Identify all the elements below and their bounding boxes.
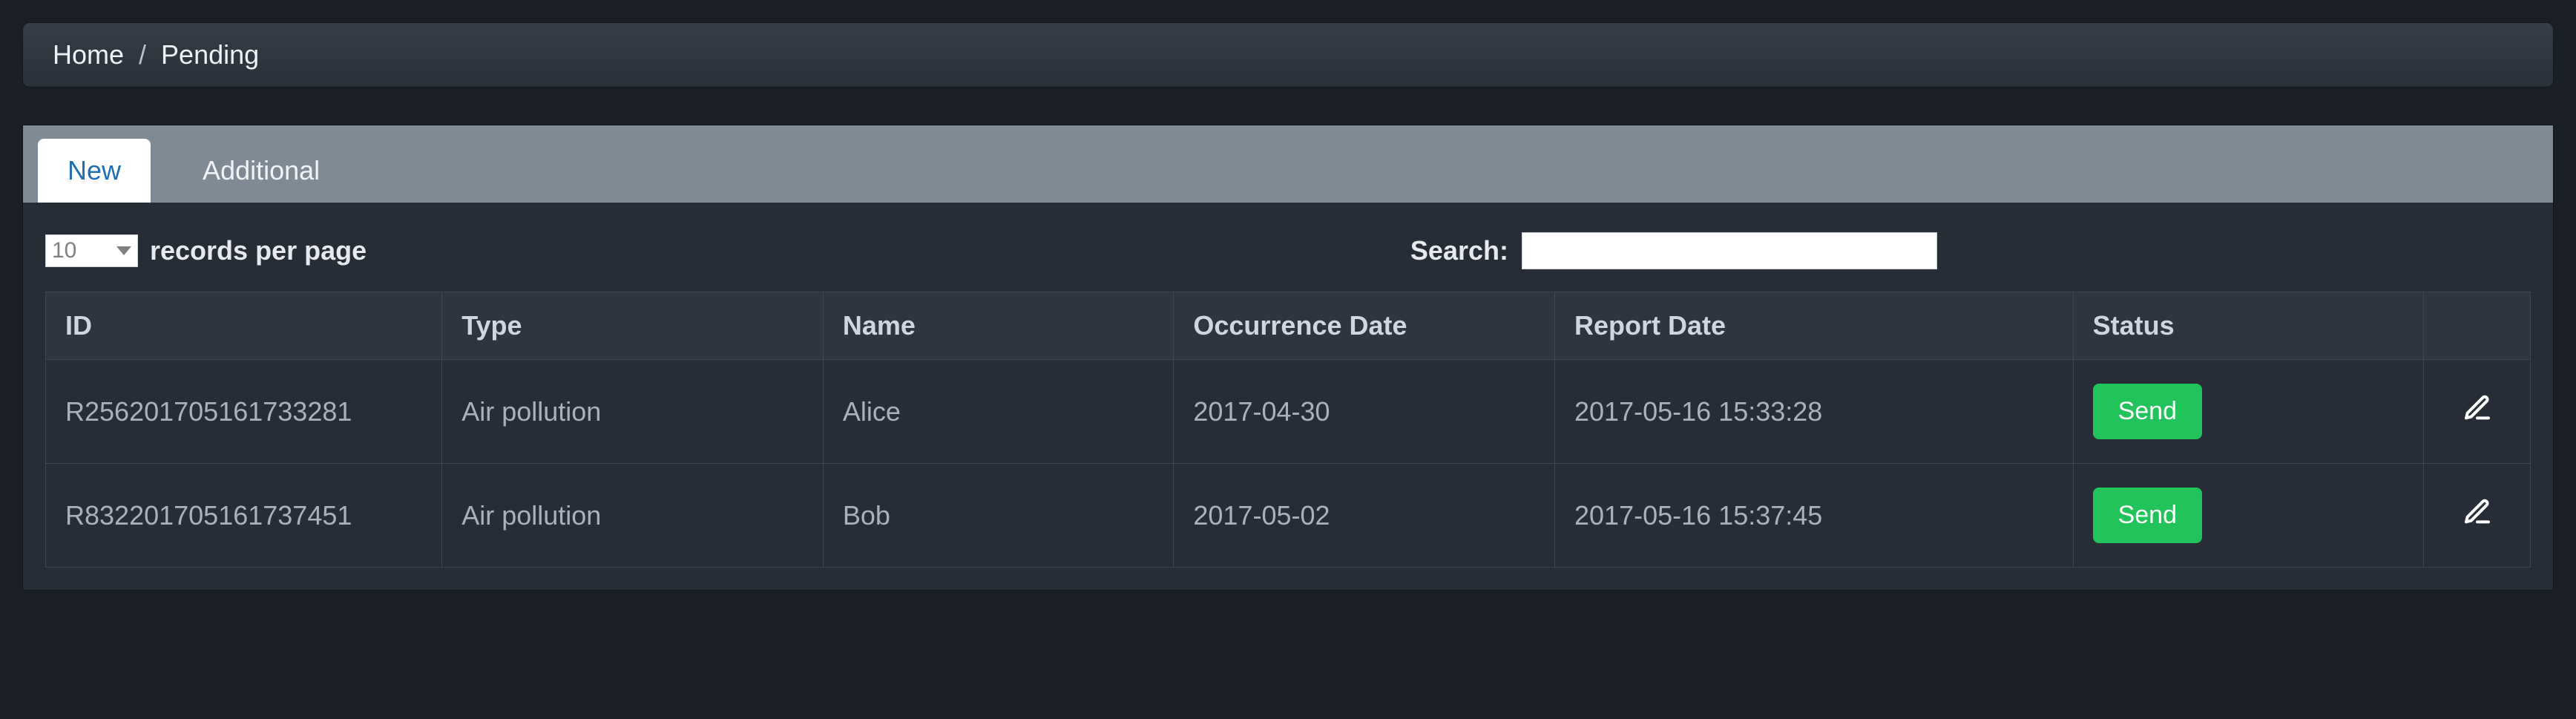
col-header-name[interactable]: Name	[823, 292, 1174, 360]
cell-status: Send	[2073, 360, 2424, 464]
cell-id: R256201705161733281	[46, 360, 442, 464]
page-size-select[interactable]: 10	[45, 234, 138, 267]
cell-report: 2017-05-16 15:37:45	[1555, 464, 2074, 568]
breadcrumb-current: Pending	[161, 39, 259, 70]
send-button[interactable]: Send	[2093, 487, 2202, 543]
page-size-value: 10	[52, 238, 76, 263]
search-label: Search:	[1410, 235, 1508, 266]
search-input[interactable]	[1522, 232, 1937, 269]
col-header-type[interactable]: Type	[442, 292, 824, 360]
tab-new[interactable]: New	[38, 139, 151, 203]
table-row: R832201705161737451 Air pollution Bob 20…	[46, 464, 2531, 568]
col-header-id[interactable]: ID	[46, 292, 442, 360]
table-row: R256201705161733281 Air pollution Alice …	[46, 360, 2531, 464]
caret-down-icon	[116, 246, 131, 255]
search-block: Search:	[1410, 232, 1937, 269]
pending-panel: New Additional 10 records per page Searc…	[22, 125, 2554, 591]
cell-id: R832201705161737451	[46, 464, 442, 568]
cell-occurrence: 2017-05-02	[1174, 464, 1555, 568]
col-header-status[interactable]: Status	[2073, 292, 2424, 360]
tab-additional-label: Additional	[203, 155, 320, 186]
send-button[interactable]: Send	[2093, 384, 2202, 439]
pending-table: ID Type Name Occurrence Date Report Date…	[45, 292, 2531, 568]
cell-name: Alice	[823, 360, 1174, 464]
edit-icon[interactable]	[2462, 393, 2492, 423]
cell-occurrence: 2017-04-30	[1174, 360, 1555, 464]
col-header-report[interactable]: Report Date	[1555, 292, 2074, 360]
breadcrumb: Home / Pending	[22, 22, 2554, 88]
records-per-page-label: records per page	[150, 235, 367, 266]
tab-bar: New Additional	[23, 125, 2553, 203]
col-header-occurrence[interactable]: Occurrence Date	[1174, 292, 1555, 360]
tab-content: 10 records per page Search: ID Type Name…	[23, 203, 2553, 590]
cell-actions	[2424, 464, 2531, 568]
cell-actions	[2424, 360, 2531, 464]
cell-type: Air pollution	[442, 360, 824, 464]
breadcrumb-separator: /	[139, 39, 146, 70]
breadcrumb-home[interactable]: Home	[53, 39, 124, 70]
cell-status: Send	[2073, 464, 2424, 568]
table-header-row: ID Type Name Occurrence Date Report Date…	[46, 292, 2531, 360]
edit-icon[interactable]	[2462, 497, 2492, 527]
tab-additional[interactable]: Additional	[173, 139, 349, 203]
col-header-actions	[2424, 292, 2531, 360]
table-controls: 10 records per page Search:	[45, 232, 2531, 269]
cell-type: Air pollution	[442, 464, 824, 568]
cell-report: 2017-05-16 15:33:28	[1555, 360, 2074, 464]
cell-name: Bob	[823, 464, 1174, 568]
tab-new-label: New	[68, 155, 121, 186]
